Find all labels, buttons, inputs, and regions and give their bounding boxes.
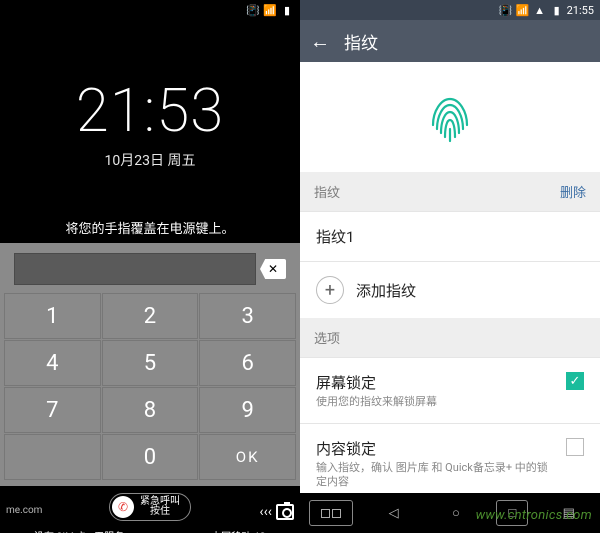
section-options: 选项: [300, 318, 600, 357]
signal-icon: 📶: [263, 3, 277, 17]
emergency-call-button[interactable]: ✆ 紧急呼叫 按住: [109, 493, 191, 521]
vibrate-icon: 📳: [499, 3, 513, 17]
battery-icon: ▮: [550, 3, 564, 17]
key-9[interactable]: 9: [199, 387, 296, 433]
fingerprint-name: 指纹1: [316, 226, 354, 247]
nav-home-icon[interactable]: ○: [434, 500, 478, 526]
key-2[interactable]: 2: [102, 293, 199, 339]
fingerprint-icon: [423, 85, 477, 149]
settings-header: ← 指纹: [300, 20, 600, 62]
key-ok[interactable]: OK: [199, 434, 296, 480]
lock-clock: 21:53: [0, 75, 300, 146]
back-icon[interactable]: ←: [310, 29, 330, 54]
key-8[interactable]: 8: [102, 387, 199, 433]
key-7[interactable]: 7: [4, 387, 101, 433]
plus-icon: +: [316, 276, 344, 304]
fingerprint-item[interactable]: 指纹1: [300, 211, 600, 261]
option-title: 内容锁定: [316, 438, 554, 459]
lock-date: 10月23日 周五: [0, 150, 300, 170]
key-0[interactable]: 0: [102, 434, 199, 480]
pin-input[interactable]: [14, 253, 256, 285]
key-5[interactable]: 5: [102, 340, 199, 386]
page-title: 指纹: [344, 29, 378, 54]
fingerprint-graphic-area: [300, 62, 600, 172]
vibrate-icon: 📳: [246, 3, 260, 17]
nav-dual-icon[interactable]: [309, 500, 353, 526]
phone-icon: ✆: [112, 496, 134, 518]
watermark: www.cntronics.com: [476, 508, 592, 523]
pin-keypad: ✕ 1 2 3 4 5 6 7 8 9 0 OK: [0, 243, 300, 486]
option-screen-lock[interactable]: 屏幕锁定 使用您的指纹来解锁屏幕 ✓: [300, 357, 600, 423]
checkbox-on-icon[interactable]: ✓: [566, 372, 584, 390]
option-title: 屏幕锁定: [316, 372, 554, 393]
fingerprint-hint: 将您的手指覆盖在电源键上。: [0, 218, 300, 237]
camera-icon[interactable]: [276, 504, 294, 520]
nav-back-icon[interactable]: ◁: [372, 500, 416, 526]
battery-icon: ▮: [280, 3, 294, 17]
key-4[interactable]: 4: [4, 340, 101, 386]
carrier-bar: 没有 SIM 卡 - 无服务 中国移动 4G: [0, 526, 300, 533]
carrier-label: 中国移动 4G: [211, 528, 266, 533]
section-fingerprints: 指纹 删除: [300, 172, 600, 211]
option-sub: 使用您的指纹来解锁屏幕: [316, 395, 554, 409]
delete-button[interactable]: 删除: [560, 182, 586, 201]
me-label: me.com: [6, 505, 42, 516]
status-time: 21:55: [567, 4, 594, 17]
no-sim-label: 没有 SIM 卡 - 无服务: [34, 528, 124, 533]
add-fingerprint-button[interactable]: + 添加指纹: [300, 261, 600, 318]
key-6[interactable]: 6: [199, 340, 296, 386]
status-bar: 📳 📶 ▮: [0, 0, 300, 20]
swipe-chevron-icon: ‹‹‹: [259, 504, 272, 520]
backspace-icon[interactable]: ✕: [260, 259, 286, 279]
option-sub: 输入指纹，确认 图片库 和 Quick备忘录+ 中的锁定内容: [316, 461, 554, 489]
lockscreen-phone: 📳 📶 ▮ 21:53 10月23日 周五 将您的手指覆盖在电源键上。 ✕ 1 …: [0, 0, 300, 533]
checkbox-off-icon[interactable]: [566, 438, 584, 456]
key-3[interactable]: 3: [199, 293, 296, 339]
status-bar: 📳 📶 ▲ ▮ 21:55: [300, 0, 600, 20]
option-content-lock[interactable]: 内容锁定 输入指纹，确认 图片库 和 Quick备忘录+ 中的锁定内容: [300, 423, 600, 503]
signal-icon: 📶: [516, 3, 530, 17]
settings-phone: 📳 📶 ▲ ▮ 21:55 ← 指纹 指纹 删除: [300, 0, 600, 533]
lock-bottom-bar: me.com ✆ 紧急呼叫 按住 ‹‹‹: [0, 488, 300, 526]
key-1[interactable]: 1: [4, 293, 101, 339]
key-blank: [4, 434, 101, 480]
wifi-icon: ▲: [533, 3, 547, 17]
